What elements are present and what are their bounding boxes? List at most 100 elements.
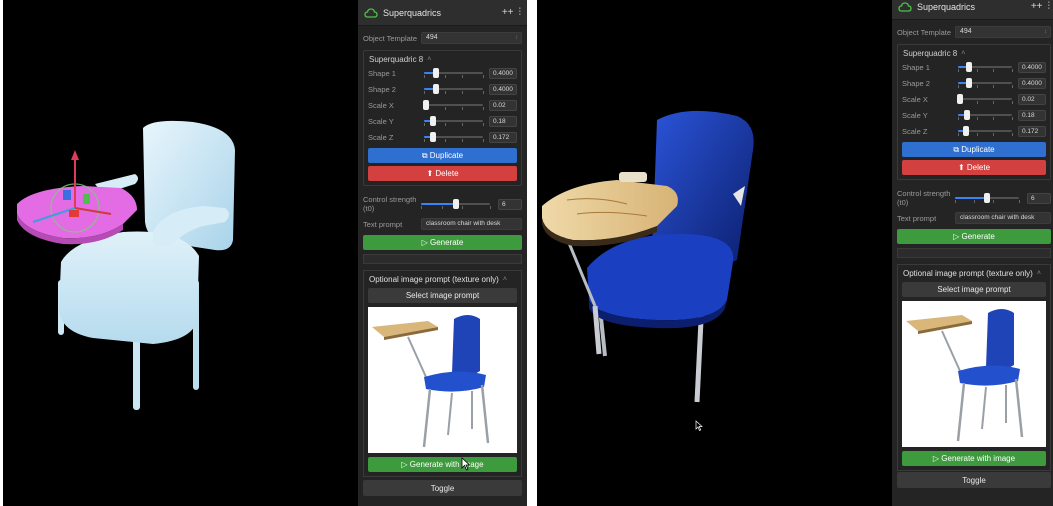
chevron-up-icon[interactable]: ˄ <box>961 50 965 57</box>
slider-row-scale-x: Scale X 0.02 <box>898 91 1050 107</box>
group-title[interactable]: Superquadric 8 ˄ <box>364 53 521 65</box>
select-image-button[interactable]: Select image prompt <box>902 282 1046 297</box>
slider-track[interactable] <box>958 110 1013 120</box>
control-strength-slider[interactable] <box>421 199 491 209</box>
image-prompt-title[interactable]: Optional image prompt (texture only) ˄ <box>364 273 521 285</box>
delete-button[interactable]: ⬆ Delete <box>368 166 517 181</box>
slider-track[interactable] <box>958 62 1013 72</box>
superquadric-chair-render <box>17 120 235 410</box>
3d-viewport[interactable] <box>3 0 358 506</box>
slider-value[interactable]: 0.18 <box>1018 109 1046 121</box>
slider-knob[interactable] <box>432 84 439 94</box>
slider-track[interactable] <box>422 100 484 110</box>
object-template-label: Object Template <box>897 27 952 37</box>
progress-bar <box>897 248 1051 258</box>
slider-row-shape-2: Shape 2 0.4000 <box>364 81 521 97</box>
text-prompt-input[interactable]: classroom chair with desk <box>955 212 1051 224</box>
generate-with-image-button[interactable]: ▷ Generate with image <box>902 451 1046 466</box>
control-strength-row: Control strength (t0) 6 <box>358 192 527 216</box>
slider-value[interactable]: 0.4000 <box>1018 77 1046 89</box>
share-icon[interactable]: ++ <box>1031 1 1043 12</box>
generate-button[interactable]: ▷ Generate <box>897 229 1051 244</box>
panel-title: Superquadrics <box>383 7 442 18</box>
slider-value[interactable]: 0.02 <box>489 99 517 111</box>
object-template-row: Object Template 494 ↕ <box>358 31 527 45</box>
slider-list: Shape 1 0.4000 Shape 2 0.4000 Scale X 0.02 Sca… <box>898 59 1050 139</box>
slider-track[interactable] <box>424 68 484 78</box>
slider-knob[interactable] <box>963 126 970 136</box>
slider-knob[interactable] <box>956 94 963 104</box>
group-title[interactable]: Superquadric 8 ˄ <box>898 47 1050 59</box>
slider-row-scale-z: Scale Z 0.172 <box>898 123 1050 139</box>
duplicate-button[interactable]: ⧉ Duplicate <box>368 148 517 163</box>
control-strength-slider[interactable] <box>955 193 1020 203</box>
control-strength-row: Control strength (t0) 6 <box>892 186 1053 210</box>
sliders-icon[interactable]: ⫶ <box>1048 1 1051 12</box>
cloud-icon <box>364 7 378 18</box>
duplicate-button[interactable]: ⧉ Duplicate <box>902 142 1046 157</box>
slider-value[interactable]: 0.4000 <box>1018 61 1046 73</box>
slider-value[interactable]: 0.4000 <box>489 83 517 95</box>
slider-knob[interactable] <box>452 199 459 209</box>
slider-label: Shape 2 <box>368 84 396 94</box>
toggle-button[interactable]: Toggle <box>363 480 522 496</box>
slider-knob[interactable] <box>984 193 990 203</box>
delete-button[interactable]: ⬆ Delete <box>902 160 1046 175</box>
slider-row-shape-2: Shape 2 0.4000 <box>898 75 1050 91</box>
slider-knob[interactable] <box>430 116 437 126</box>
slider-value[interactable]: 0.172 <box>489 131 517 143</box>
superquadrics-panel: Superquadrics ++ ⫶ Object Template 494 ↕ … <box>892 0 1053 506</box>
sliders-icon[interactable]: ⫶ <box>519 7 522 18</box>
generate-with-image-label: Generate with image <box>409 460 484 469</box>
slider-track[interactable] <box>956 94 1013 104</box>
image-prompt-group: Optional image prompt (texture only) ˄ Se… <box>363 270 522 477</box>
share-icon[interactable]: ++ <box>502 7 514 18</box>
object-template-label: Object Template <box>363 33 418 43</box>
slider-track[interactable] <box>424 116 484 126</box>
object-template-input[interactable]: 494 ↕ <box>421 32 522 44</box>
copy-icon: ⧉ <box>953 144 962 154</box>
slider-value[interactable]: 0.172 <box>1018 125 1046 137</box>
generate-with-image-button[interactable]: ▷ Generate with image <box>368 457 517 472</box>
3d-viewport[interactable] <box>537 0 892 506</box>
panel-title: Superquadrics <box>917 1 976 12</box>
slider-knob[interactable] <box>429 132 436 142</box>
superquadric-group: Superquadric 8 ˄ Shape 1 0.4000 Shape 2 0.40… <box>897 44 1051 180</box>
object-template-input[interactable]: 494 ↕ <box>955 26 1051 38</box>
image-prompt-title[interactable]: Optional image prompt (texture only) ˄ <box>898 267 1050 279</box>
chevron-up-icon[interactable]: ˄ <box>1037 270 1041 277</box>
slider-knob[interactable] <box>965 62 972 72</box>
slider-knob[interactable] <box>965 78 972 88</box>
control-strength-value[interactable]: 6 <box>1027 192 1051 204</box>
slider-knob[interactable] <box>422 100 429 110</box>
chevron-up-icon[interactable]: ˄ <box>503 276 507 283</box>
slider-row-shape-1: Shape 1 0.4000 <box>364 65 521 81</box>
stepper-icon[interactable]: ↕ <box>515 33 518 43</box>
slider-label: Scale Y <box>368 116 394 126</box>
toggle-button[interactable]: Toggle <box>897 472 1051 488</box>
slider-row-scale-x: Scale X 0.02 <box>364 97 521 113</box>
slider-track[interactable] <box>424 84 484 94</box>
generate-label: Generate <box>430 238 464 247</box>
select-image-button[interactable]: Select image prompt <box>368 288 517 303</box>
slider-track[interactable] <box>958 78 1013 88</box>
slider-value[interactable]: 0.18 <box>489 115 517 127</box>
slider-knob[interactable] <box>432 68 439 78</box>
slider-track[interactable] <box>424 132 484 142</box>
chevron-up-icon[interactable]: ˄ <box>427 56 431 63</box>
slider-value[interactable]: 0.4000 <box>489 67 517 79</box>
slider-knob[interactable] <box>963 110 970 120</box>
slider-label: Scale Y <box>902 110 928 120</box>
control-strength-value[interactable]: 6 <box>498 198 522 210</box>
text-prompt-row: Text prompt classroom chair with desk <box>892 210 1053 226</box>
panel-titlebar: Superquadrics ++ ⫶ <box>892 0 1053 20</box>
text-prompt-input[interactable]: classroom chair with desk <box>421 218 522 230</box>
slider-track[interactable] <box>958 126 1013 136</box>
duplicate-label: Duplicate <box>961 145 995 154</box>
slider-row-scale-y: Scale Y 0.18 <box>364 113 521 129</box>
panel-titlebar: Superquadrics ++ ⫶ <box>358 0 527 26</box>
generate-button[interactable]: ▷ Generate <box>363 235 522 250</box>
screenshot-left: Superquadrics ++ ⫶ Object Template 494 ↕ … <box>3 0 527 506</box>
stepper-icon[interactable]: ↕ <box>1044 27 1047 37</box>
slider-value[interactable]: 0.02 <box>1018 93 1046 105</box>
